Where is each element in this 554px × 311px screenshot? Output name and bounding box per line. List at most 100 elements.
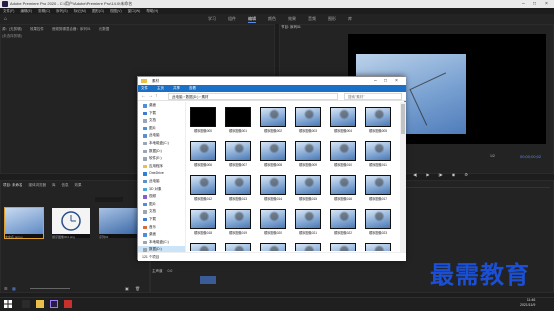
ribbon-tab[interactable]: 查看 <box>189 86 196 90</box>
file-item[interactable]: 顺序图像024 <box>188 243 218 251</box>
workspace-tab[interactable]: 效果 <box>288 16 296 22</box>
new-item-icon[interactable]: ▣ <box>125 286 129 291</box>
nav-item[interactable]: 文档 <box>138 117 185 125</box>
nav-item[interactable]: 数据(D:) <box>138 148 185 156</box>
file-item[interactable]: 顺序图像026 <box>258 243 288 251</box>
project-item[interactable]: 序列01 <box>99 208 137 239</box>
list-view-icon[interactable]: ☰ <box>4 286 8 291</box>
maximize-icon[interactable]: □ <box>533 0 536 8</box>
file-explorer-taskbar-icon[interactable] <box>36 300 44 308</box>
file-item[interactable]: 顺序图像023 <box>363 209 393 239</box>
file-item[interactable]: 顺序图像014 <box>258 175 288 205</box>
timeline-track[interactable]: 主声道 0.0 <box>152 268 242 278</box>
file-item[interactable]: 顺序图像029 <box>363 243 393 251</box>
ribbon-tab[interactable]: 主页 <box>157 86 164 90</box>
explorer-search-input[interactable]: 搜索"素材" <box>344 93 402 100</box>
forward-arrow-icon[interactable]: → <box>148 93 153 99</box>
ribbon-tab[interactable]: 共享 <box>173 86 180 90</box>
menu-item[interactable]: 编辑(E) <box>20 9 32 13</box>
master-volume-value[interactable]: 0.0 <box>168 269 173 273</box>
file-item[interactable]: 顺序图像015 <box>293 175 323 205</box>
nav-item[interactable]: 图片 <box>138 125 185 133</box>
workspace-tab[interactable]: 学习 <box>208 16 216 22</box>
nav-item[interactable]: 桌面 <box>138 102 185 110</box>
file-item[interactable]: 顺序图像009 <box>293 141 323 171</box>
nav-item[interactable]: 本地磁盘(C:) <box>138 239 185 247</box>
source-panel-tab[interactable]: 元数据 <box>99 27 110 31</box>
file-item[interactable]: 顺序图像020 <box>258 209 288 239</box>
up-arrow-icon[interactable]: ↑ <box>155 93 158 99</box>
workspace-tab[interactable]: 组件 <box>228 16 236 22</box>
menu-item[interactable]: 视图(V) <box>110 9 122 13</box>
file-item[interactable]: 顺序图像016 <box>328 175 358 205</box>
project-panel-tab[interactable]: 效果 <box>74 183 81 187</box>
menu-item[interactable]: 序列(S) <box>56 9 68 13</box>
program-fit-select[interactable]: 1/2 <box>490 154 495 158</box>
workspace-tab[interactable]: 编辑 <box>248 16 256 23</box>
workspace-tab[interactable]: 颜色 <box>268 16 276 22</box>
nav-item[interactable]: 下载 <box>138 216 185 224</box>
project-panel-tab[interactable]: 项目: 未命名 <box>3 183 22 187</box>
ribbon-tab[interactable]: 文件 <box>141 86 148 90</box>
file-item[interactable]: 顺序图像028 <box>328 243 358 251</box>
workspace-tab[interactable]: 图形 <box>328 16 336 22</box>
explorer-maximize-icon[interactable]: □ <box>384 77 387 85</box>
nav-item[interactable]: 下载 <box>138 110 185 118</box>
file-item[interactable]: 顺序图像007 <box>223 141 253 171</box>
icon-view-icon[interactable]: ▦ <box>12 286 16 291</box>
nav-item[interactable]: 此电脑 <box>138 132 185 140</box>
file-item[interactable]: 顺序图像001 <box>223 107 253 137</box>
nav-item[interactable]: 文档 <box>138 208 185 216</box>
timeline-clip[interactable] <box>200 276 216 284</box>
explorer-minimize-icon[interactable]: – <box>374 77 377 85</box>
scrollbar-thumb[interactable] <box>401 104 405 134</box>
source-panel-tab[interactable]: 效果控件 <box>30 27 44 31</box>
step-back-icon[interactable]: ◀| <box>413 172 417 177</box>
file-item[interactable]: 顺序图像021 <box>293 209 323 239</box>
source-panel-tab[interactable]: 音频剪辑混合器：序列01 <box>52 27 91 31</box>
explorer-scrollbar[interactable] <box>400 102 406 252</box>
nav-item[interactable]: 应用程序 <box>138 163 185 171</box>
windows-start-icon[interactable] <box>4 300 12 308</box>
file-item[interactable]: 顺序图像013 <box>223 175 253 205</box>
file-item[interactable]: 顺序图像000 <box>188 107 218 137</box>
file-item[interactable]: 顺序图像025 <box>223 243 253 251</box>
zoom-slider[interactable] <box>30 288 70 289</box>
address-bar[interactable]: 此电脑 › 数据(D:) › 素材 <box>168 93 338 100</box>
file-item[interactable]: 顺序图像002 <box>258 107 288 137</box>
export-frame-icon[interactable]: ◉ <box>452 172 456 177</box>
file-item[interactable]: 顺序图像010 <box>328 141 358 171</box>
step-forward-icon[interactable]: |▶ <box>439 172 443 177</box>
nav-item[interactable]: 桌面 <box>138 231 185 239</box>
project-panel-tab[interactable]: 信息 <box>61 183 68 187</box>
workspace-tab[interactable]: 库 <box>348 16 352 22</box>
back-arrow-icon[interactable]: ← <box>141 93 146 99</box>
workspace-tab[interactable]: 音频 <box>308 16 316 22</box>
minimize-icon[interactable]: – <box>522 0 525 8</box>
file-item[interactable]: 顺序图像017 <box>363 175 393 205</box>
nav-item[interactable]: 此电脑 <box>138 178 185 186</box>
play-icon[interactable]: ▶ <box>426 172 429 177</box>
project-item[interactable]: 顺序图像001.png <box>52 208 90 239</box>
file-item[interactable]: 顺序图像019 <box>223 209 253 239</box>
nav-item[interactable]: OneDrive <box>138 170 185 178</box>
home-icon[interactable]: ⌂ <box>4 16 7 22</box>
app-taskbar-icon[interactable] <box>64 300 72 308</box>
file-item[interactable]: 顺序图像006 <box>188 141 218 171</box>
file-item[interactable]: 顺序图像005 <box>363 107 393 137</box>
file-item[interactable]: 顺序图像003 <box>293 107 323 137</box>
file-item[interactable]: 顺序图像004 <box>328 107 358 137</box>
task-view-icon[interactable] <box>22 300 30 308</box>
menu-item[interactable]: 图形(G) <box>92 9 104 13</box>
file-item[interactable]: 顺序图像008 <box>258 141 288 171</box>
nav-item[interactable]: 本地磁盘(C:) <box>138 140 185 148</box>
file-item[interactable]: 顺序图像027 <box>293 243 323 251</box>
file-item[interactable]: 顺序图像022 <box>328 209 358 239</box>
project-item[interactable]: 未命名.prproj <box>4 207 44 239</box>
menu-item[interactable]: 窗口(W) <box>128 9 141 13</box>
source-panel-tab[interactable]: 源：(无剪辑) <box>2 27 22 31</box>
nav-item[interactable]: 3D 对象 <box>138 186 185 194</box>
taskbar-clock[interactable]: 11:46 2021/11/9 <box>520 298 535 308</box>
nav-item[interactable]: 图片 <box>138 201 185 209</box>
explorer-close-icon[interactable]: × <box>395 77 398 85</box>
